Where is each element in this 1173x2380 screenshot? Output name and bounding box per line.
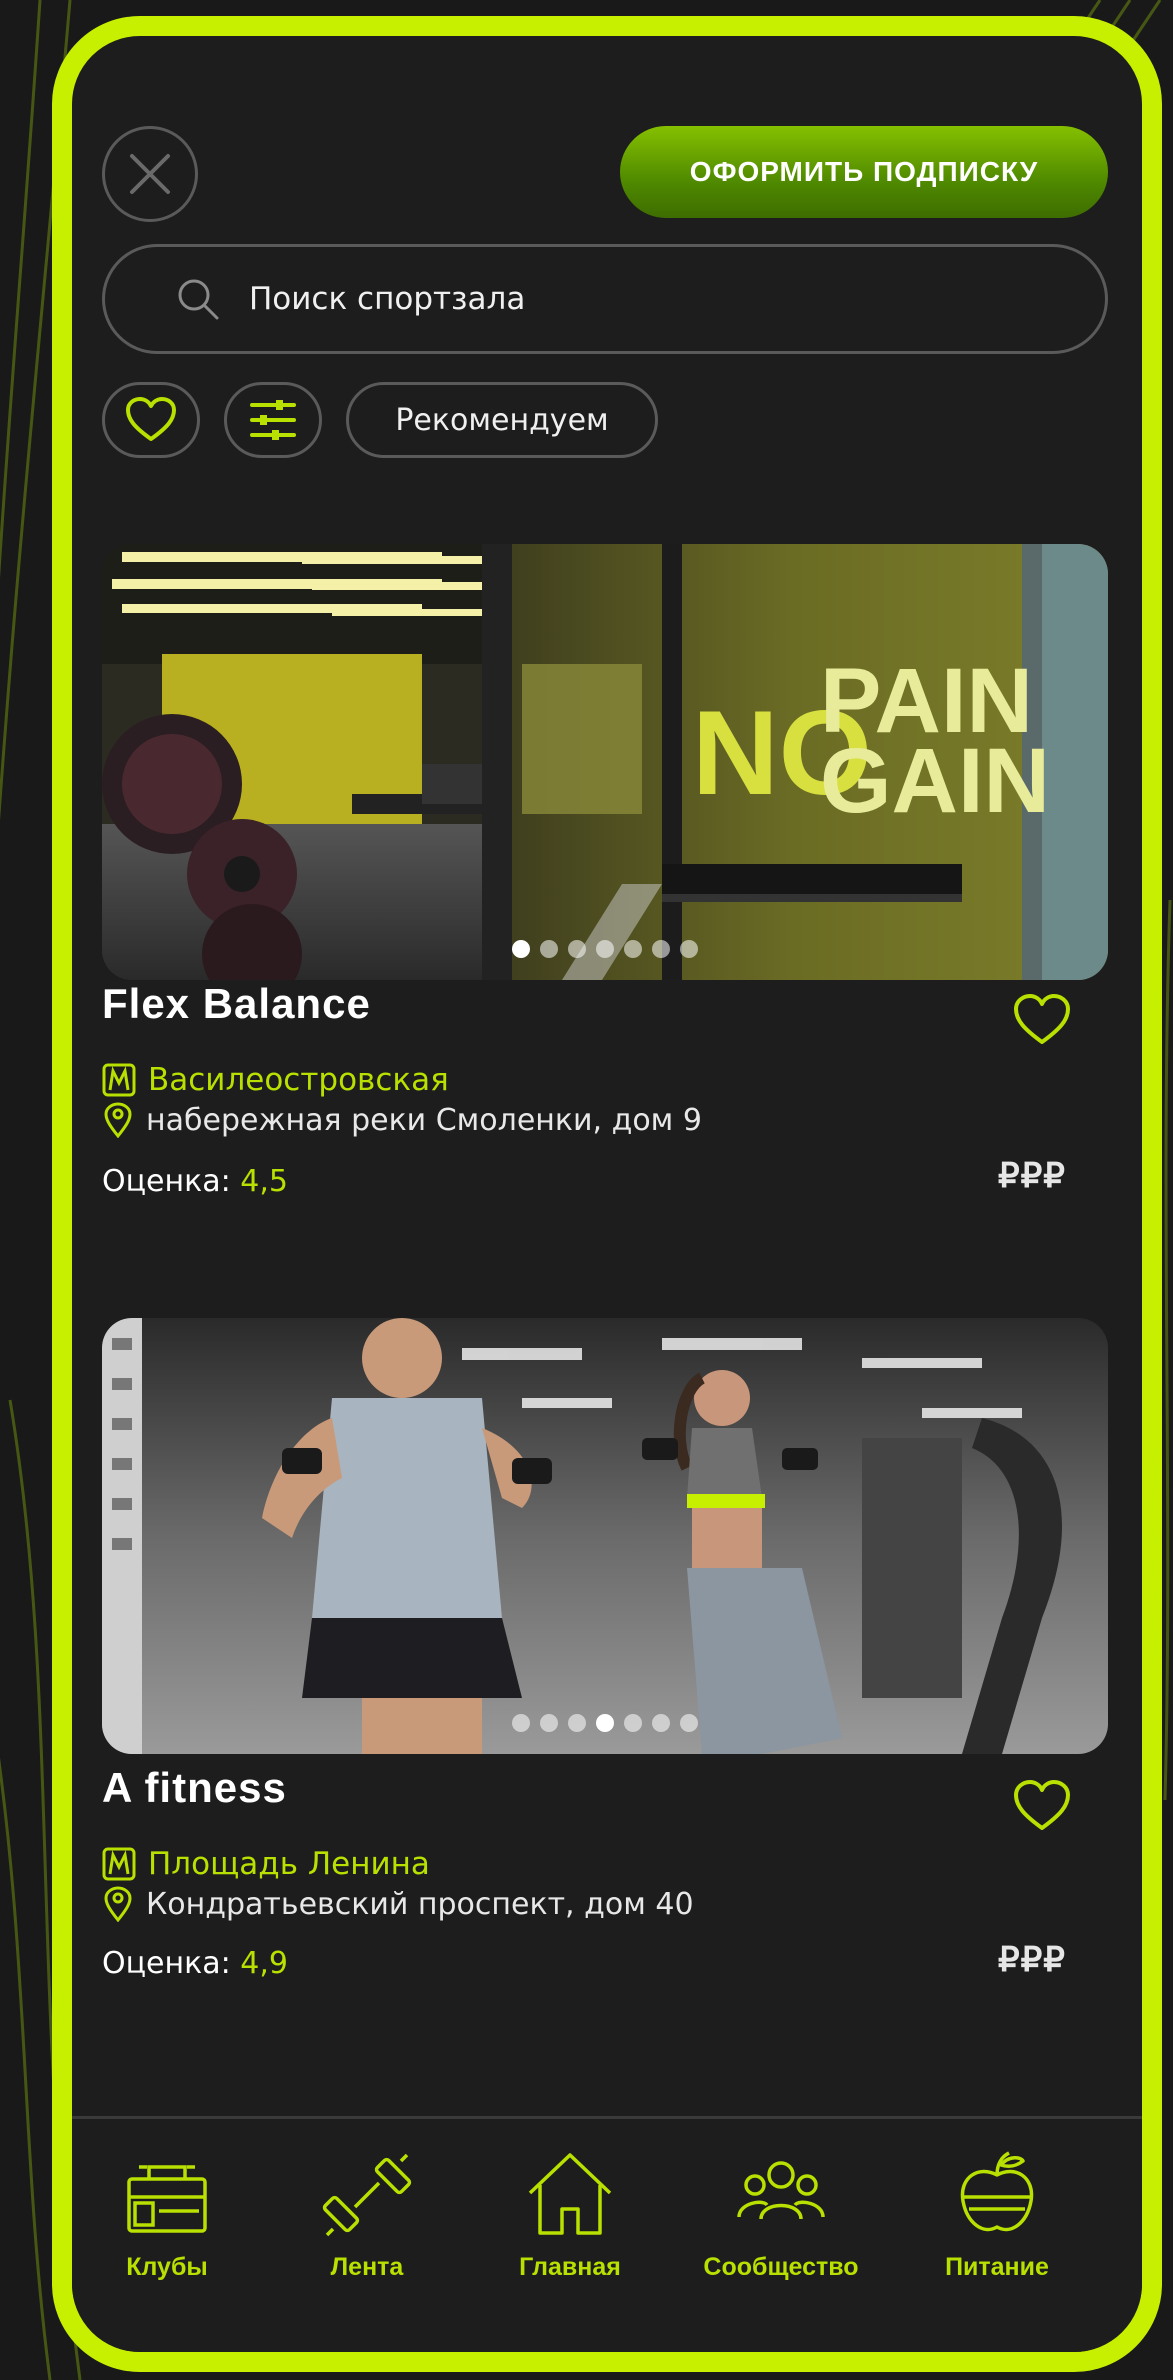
search-placeholder: Поиск спортзала	[249, 281, 526, 317]
phone-frame: ОФОРМИТЬ ПОДПИСКУ Поиск спортзала Рекоме…	[52, 16, 1162, 2372]
screen: ОФОРМИТЬ ПОДПИСКУ Поиск спортзала Рекоме…	[72, 36, 1142, 2352]
gym-photo-2[interactable]	[102, 1318, 1108, 1754]
location-pin-icon	[104, 1886, 132, 1922]
nav-item-clubs[interactable]: Клубы	[72, 2147, 262, 2282]
gym-address: набережная реки Смоленки, дом 9	[102, 1102, 702, 1138]
subscribe-button[interactable]: ОФОРМИТЬ ПОДПИСКУ	[620, 126, 1108, 218]
metro-icon	[102, 1847, 136, 1881]
nav-item-nutrition[interactable]: Питание	[902, 2147, 1092, 2282]
search-icon	[178, 279, 219, 320]
gym-photo-1[interactable]: NO PAIN GAIN	[102, 544, 1108, 980]
wall-text-gain: GAIN	[820, 730, 1050, 832]
gym-rating: Оценка: 4,5	[102, 1164, 288, 1199]
settings-filter-button[interactable]	[224, 382, 322, 458]
sliders-icon	[250, 400, 296, 440]
clubs-icon	[127, 2165, 207, 2233]
nav-item-home[interactable]: Главная	[475, 2147, 665, 2282]
close-icon	[130, 154, 170, 194]
gym-title[interactable]: Flex Balance	[102, 980, 371, 1028]
favorites-filter-button[interactable]	[102, 382, 200, 458]
nav-item-feed[interactable]: Лента	[272, 2147, 462, 2282]
price-level: ₽₽₽	[998, 1941, 1066, 1979]
heart-icon	[126, 397, 176, 441]
carousel-dots-1[interactable]	[102, 940, 1108, 958]
home-icon	[528, 2153, 612, 2235]
carousel-dots-2[interactable]	[102, 1714, 1108, 1732]
gym-address: Кондратьевский проспект, дом 40	[102, 1886, 694, 1922]
bottom-navigation: Клубы Лента Главная Сообщество Питание	[72, 2116, 1142, 2352]
community-icon	[737, 2161, 825, 2220]
people-training-image	[102, 1318, 1108, 1754]
heart-icon[interactable]	[1012, 1778, 1072, 1834]
gym-title[interactable]: A fitness	[102, 1764, 287, 1812]
close-button[interactable]	[102, 126, 198, 222]
location-pin-icon	[104, 1102, 132, 1138]
apple-icon	[960, 2151, 1034, 2232]
metro-icon	[102, 1063, 136, 1097]
search-input[interactable]: Поиск спортзала	[102, 244, 1108, 354]
gym-rating: Оценка: 4,9	[102, 1946, 288, 1981]
metro-station: Василеостровская	[102, 1062, 449, 1098]
heart-icon[interactable]	[1012, 992, 1072, 1048]
gym-interior-image: NO PAIN GAIN	[102, 544, 1108, 980]
price-level: ₽₽₽	[998, 1157, 1066, 1195]
recommend-chip[interactable]: Рекомендуем	[346, 382, 658, 458]
nav-item-community[interactable]: Сообщество	[686, 2147, 876, 2282]
dumbbell-icon	[322, 2153, 412, 2237]
metro-station: Площадь Ленина	[102, 1846, 430, 1882]
